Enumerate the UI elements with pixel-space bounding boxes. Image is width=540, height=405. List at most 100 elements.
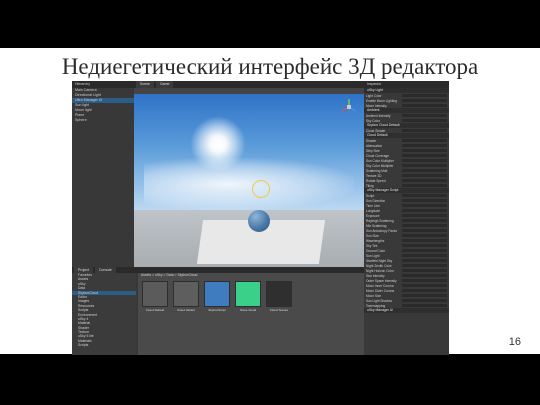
inspector-field[interactable] xyxy=(402,284,447,287)
inspector-field[interactable] xyxy=(402,139,447,142)
asset-item[interactable]: Noise Cloud xyxy=(235,281,261,312)
inspector-field[interactable] xyxy=(402,254,447,257)
inspector-field[interactable] xyxy=(402,184,447,187)
inspector-label: Step Size xyxy=(366,148,380,153)
inspector-field[interactable] xyxy=(402,169,447,172)
inspector-field[interactable] xyxy=(402,159,447,162)
inspector-label: Cloud Coverage xyxy=(366,153,390,158)
asset-item[interactable]: Cloud Variant xyxy=(173,281,199,312)
orientation-gizmo-icon[interactable] xyxy=(340,98,358,116)
asset-item[interactable]: SkyboxScript xyxy=(204,281,230,312)
inspector-field[interactable] xyxy=(402,149,447,152)
inspector-field[interactable] xyxy=(402,94,447,97)
inspector-field[interactable] xyxy=(402,279,447,282)
inspector-label: Sun Anisotropy Factor xyxy=(366,228,398,233)
inspector-field[interactable] xyxy=(402,289,447,292)
inspector-field[interactable] xyxy=(402,219,447,222)
inspector-label: Moon Size xyxy=(366,293,382,298)
cloud-layer xyxy=(144,158,354,210)
inspector-field[interactable] xyxy=(402,164,447,167)
scene-panel: Scene Game xyxy=(134,81,364,267)
inspector-field[interactable] xyxy=(402,114,447,117)
asset-thumbnail xyxy=(204,281,230,307)
inspector-label: Wavelengths xyxy=(366,238,385,243)
inspector-field[interactable] xyxy=(402,299,447,302)
inspector-panel: Inspector uSky Light Light Color Enable Mo… xyxy=(364,81,449,355)
inspector-field[interactable] xyxy=(402,224,447,227)
inspector-field[interactable] xyxy=(402,229,447,232)
inspector-label: Tiling xyxy=(366,183,374,188)
page-number: 16 xyxy=(508,336,521,348)
inspector-label: Moon Outer Corona xyxy=(366,288,395,293)
scene-tabs: Scene Game xyxy=(134,81,364,88)
asset-label: Cloud Texture xyxy=(269,308,289,312)
inspector-field[interactable] xyxy=(402,174,447,177)
inspector-field[interactable] xyxy=(402,249,447,252)
inspector-field[interactable] xyxy=(402,179,447,182)
inspector-label: Moon Intensity xyxy=(366,103,387,108)
inspector-label: Light Color xyxy=(366,93,382,98)
inspector-field[interactable] xyxy=(402,264,447,267)
tab-game[interactable]: Game xyxy=(155,81,174,88)
inspector-label: Starfield Night Sky xyxy=(366,258,393,263)
inspector-field[interactable] xyxy=(402,99,447,102)
inspector-field[interactable] xyxy=(402,144,447,147)
asset-label: Cloud Default xyxy=(145,308,165,312)
inspector-label: Texture 2D xyxy=(366,173,382,178)
asset-thumbnail xyxy=(235,281,261,307)
asset-grid: Assets > uSky > Data > SkyboxCloud Cloud… xyxy=(138,273,364,355)
light-gizmo-icon[interactable] xyxy=(252,180,270,198)
inspector-field[interactable] xyxy=(402,104,447,107)
inspector-label: Sky Tint xyxy=(366,243,378,248)
inspector-label: Longitude xyxy=(366,208,381,213)
hierarchy-item[interactable]: Sphere xyxy=(72,118,134,123)
inspector-field[interactable] xyxy=(402,244,447,247)
inspector-field[interactable] xyxy=(402,239,447,242)
tree-item[interactable]: Scripts xyxy=(72,343,136,347)
inspector-label: Sky Color xyxy=(366,118,380,123)
inspector-label: Outer Space Intensity xyxy=(366,278,397,283)
inspector-label: Sun Light Shadow xyxy=(366,298,392,303)
inspector-field[interactable] xyxy=(402,154,447,157)
inspector-tab[interactable]: Inspector xyxy=(364,81,449,88)
inspector-field[interactable] xyxy=(402,204,447,207)
inspector-field[interactable] xyxy=(402,119,447,122)
component-header[interactable]: uSky Manager UI xyxy=(364,308,449,313)
inspector-label: Sun Size xyxy=(366,233,379,238)
inspector-label: Tonemapping xyxy=(366,303,386,308)
slide-title: Недиегетический интерфейс 3Д редактора xyxy=(61,54,479,79)
inspector-label: Ground Color xyxy=(366,248,386,253)
inspector-field[interactable] xyxy=(402,269,447,272)
inspector-field[interactable] xyxy=(402,234,447,237)
asset-thumbnail xyxy=(142,281,168,307)
inspector-label: Mie Scattering xyxy=(366,223,387,228)
inspector-label: Ambient Intensity xyxy=(366,113,391,118)
inspector-label: Sun Color Multiplier xyxy=(366,158,394,163)
hierarchy-tab[interactable]: Hierarchy xyxy=(72,81,134,88)
inspector-field[interactable] xyxy=(402,259,447,262)
scene-viewport[interactable] xyxy=(134,94,364,267)
inspector-label: Moon Inner Corona xyxy=(366,283,394,288)
inspector-field[interactable] xyxy=(402,194,447,197)
inspector-field[interactable] xyxy=(402,209,447,212)
sphere-object[interactable] xyxy=(248,210,270,232)
asset-thumbnail xyxy=(266,281,292,307)
asset-item[interactable]: Cloud Default xyxy=(142,281,168,312)
tab-scene[interactable]: Scene xyxy=(136,81,154,88)
asset-item[interactable]: Cloud Texture xyxy=(266,281,292,312)
inspector-label: Cloud Shader xyxy=(366,128,386,133)
breadcrumb: Assets > uSky > Data > SkyboxCloud xyxy=(141,273,198,277)
inspector-field[interactable] xyxy=(402,129,447,132)
inspector-label: Sky Color Multiplier xyxy=(366,163,394,168)
inspector-label: Rotate Speed xyxy=(366,178,386,183)
inspector-field[interactable] xyxy=(402,199,447,202)
asset-label: SkyboxScript xyxy=(208,308,226,312)
inspector-field[interactable] xyxy=(402,304,447,307)
inspector-label: Star Intensity xyxy=(366,273,385,278)
inspector-label: Rayleigh Scattering xyxy=(366,218,394,223)
inspector-field[interactable] xyxy=(402,274,447,277)
inspector-label: Shader xyxy=(366,138,377,143)
inspector-field[interactable] xyxy=(402,214,447,217)
project-panel: Project Console Favorites Assets uSky Data S… xyxy=(72,267,364,355)
inspector-field[interactable] xyxy=(402,294,447,297)
